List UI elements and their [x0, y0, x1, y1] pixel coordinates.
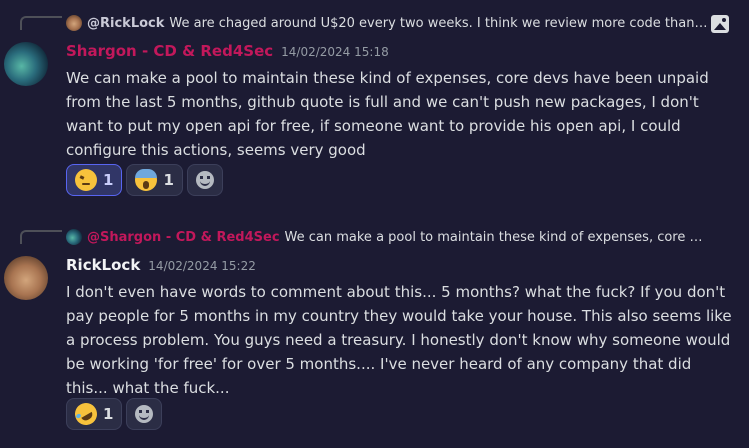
reply-text: We are chaged around U$20 every two week… [169, 15, 709, 31]
add-reaction-button[interactable] [126, 398, 163, 430]
reaction-count: 1 [103, 405, 114, 423]
reactions: 1 [66, 398, 163, 430]
reply-author[interactable]: @Shargon - CD & Red4Sec [87, 230, 280, 245]
reaction-count: 1 [103, 171, 114, 189]
timestamp: 14/02/2024 15:22 [148, 259, 256, 273]
reactions: 1 1 [66, 164, 223, 196]
reply-author[interactable]: @RickLock [87, 16, 164, 31]
reply-avatar [66, 229, 82, 245]
reaction-rofl[interactable]: 1 [66, 398, 123, 430]
add-reaction-button[interactable] [186, 164, 223, 196]
author-name[interactable]: Shargon - CD & Red4Sec [66, 42, 273, 60]
reply-preview[interactable]: @RickLock We are chaged around U$20 ever… [66, 13, 709, 33]
smile-icon [195, 171, 214, 189]
timestamp: 14/02/2024 15:18 [281, 45, 389, 59]
rofl-emoji [70, 398, 102, 430]
reaction-count: 1 [163, 171, 174, 189]
message-header: RickLock 14/02/2024 15:22 [66, 256, 256, 278]
image-icon[interactable] [711, 15, 729, 33]
message-content: We can make a pool to maintain these kin… [66, 69, 709, 159]
reaction-angry[interactable]: 1 [66, 164, 123, 196]
avatar[interactable] [4, 42, 48, 86]
smile-icon [135, 405, 154, 423]
reply-text: We can make a pool to maintain these kin… [284, 229, 709, 245]
reply-connector [20, 16, 62, 30]
reply-avatar [66, 15, 82, 31]
author-name[interactable]: RickLock [66, 256, 140, 274]
reaction-scream[interactable]: 1 [126, 164, 183, 196]
message-header: Shargon - CD & Red4Sec 14/02/2024 15:18 [66, 42, 389, 64]
angry-face-emoji [75, 169, 97, 191]
message-content: I don't even have words to comment about… [66, 283, 732, 397]
screaming-face-emoji [135, 169, 158, 191]
reply-preview[interactable]: @Shargon - CD & Red4Sec We can make a po… [66, 227, 709, 247]
reply-connector [20, 230, 62, 244]
avatar[interactable] [4, 256, 48, 300]
